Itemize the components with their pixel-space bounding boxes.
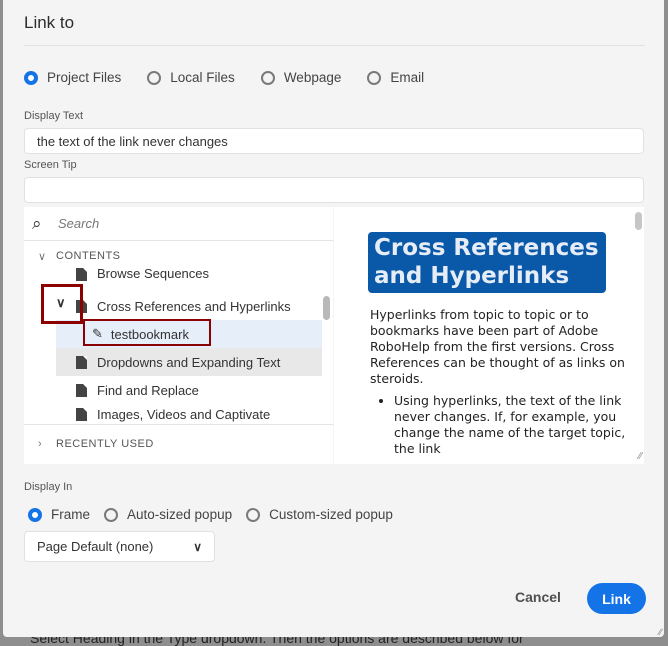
radio-label: Local Files <box>170 70 235 85</box>
radio-label: Project Files <box>47 70 122 85</box>
display-text-input[interactable]: the text of the link never changes <box>24 128 644 154</box>
chevron-down-icon: ∨ <box>38 250 47 263</box>
link-button[interactable]: Link <box>587 583 646 614</box>
topic-file-icon <box>76 355 87 369</box>
frame-select-value: Page Default (none) <box>37 539 154 554</box>
tree-search[interactable]: ⌕ Search <box>24 207 333 241</box>
cancel-button[interactable]: Cancel <box>503 583 573 611</box>
radio-unselected-icon <box>260 70 275 85</box>
display-text-label: Display Text <box>24 110 84 122</box>
recently-used-section-header[interactable]: › RECENTLY USED <box>24 429 154 459</box>
tree-item-label: Browse Sequences <box>97 266 210 281</box>
resize-grip-icon[interactable]: ∕∕ <box>639 451 642 462</box>
tree-divider <box>24 424 333 425</box>
screen-tip-label: Screen Tip <box>24 159 77 171</box>
frame-select[interactable]: Page Default (none) ∨ <box>24 531 215 562</box>
tree-item-dropdowns[interactable]: Dropdowns and Expanding Text <box>76 348 280 376</box>
dialog-resize-grip-icon[interactable]: ∕∕ <box>659 627 662 637</box>
radio-selected-icon <box>28 507 42 522</box>
screen-tip-input[interactable] <box>24 177 644 203</box>
radio-label: Frame <box>51 507 91 522</box>
display-in-label: Display In <box>24 481 73 493</box>
radio-unselected-icon <box>147 70 162 85</box>
testbookmark-highlight <box>83 319 211 346</box>
radio-local-files[interactable]: Local Files <box>147 70 235 85</box>
radio-unselected-icon <box>367 70 382 85</box>
radio-custom-sized-popup[interactable]: Custom-sized popup <box>246 507 393 522</box>
preview-heading: Cross References and Hyperlinks <box>368 232 606 293</box>
display-in-radio-group: Frame Auto-sized popup Custom-sized popu… <box>28 507 419 522</box>
title-divider <box>24 45 645 46</box>
preview-body: Hyperlinks from topic to topic or to boo… <box>370 307 630 457</box>
tree-item-label: Images, Videos and Captivate <box>97 406 271 422</box>
radio-label: Auto-sized popup <box>127 507 233 522</box>
contents-label: CONTENTS <box>56 250 121 262</box>
topic-file-icon <box>76 407 87 421</box>
tree-item-find-replace[interactable]: Find and Replace <box>76 376 199 404</box>
radio-label: Custom-sized popup <box>269 507 393 522</box>
tree-item-label: Dropdowns and Expanding Text <box>97 354 281 370</box>
dialog-title: Link to <box>24 13 75 32</box>
chevron-right-icon: › <box>38 438 43 450</box>
chevron-down-icon: ∨ <box>56 295 66 310</box>
radio-selected-icon <box>24 70 38 85</box>
link-to-dialog: Link to Project Files Local Files Webpag… <box>3 0 664 637</box>
tree-item-label: Cross References and Hyperlinks <box>97 298 291 314</box>
tree-scrollbar-thumb[interactable] <box>323 296 330 320</box>
expand-toggle-highlight[interactable]: ∨ <box>41 284 83 324</box>
search-icon: ⌕ <box>32 213 42 233</box>
radio-unselected-icon <box>104 507 119 522</box>
preview-bullet: Using hyperlinks, the text of the link n… <box>394 393 630 457</box>
chevron-down-icon: ∨ <box>193 539 202 554</box>
radio-project-files[interactable]: Project Files <box>24 70 121 85</box>
link-type-radio-group: Project Files Local Files Webpage Email <box>24 70 450 85</box>
recently-used-label: RECENTLY USED <box>56 438 154 450</box>
tree-item-images-videos[interactable]: Images, Videos and Captivate <box>76 404 270 424</box>
radio-label: Email <box>390 70 425 85</box>
tree-item-label: Find and Replace <box>97 382 199 398</box>
preview-scrollbar-thumb[interactable] <box>635 212 642 230</box>
topic-file-icon <box>76 383 87 397</box>
tree-item-cross-references[interactable]: Cross References and Hyperlinks <box>76 292 291 320</box>
radio-frame[interactable]: Frame <box>28 507 90 522</box>
preview-paragraph: Hyperlinks from topic to topic or to boo… <box>370 307 625 386</box>
radio-email[interactable]: Email <box>367 70 424 85</box>
topic-preview-panel: Cross References and Hyperlinks Hyperlin… <box>334 207 644 464</box>
tree-item-browse-sequences[interactable]: Browse Sequences <box>76 265 209 281</box>
topic-file-icon <box>76 268 87 281</box>
radio-unselected-icon <box>246 507 261 522</box>
search-input[interactable]: Search <box>58 216 99 231</box>
radio-webpage[interactable]: Webpage <box>260 70 342 85</box>
radio-auto-sized-popup[interactable]: Auto-sized popup <box>104 507 232 522</box>
radio-label: Webpage <box>283 70 342 85</box>
